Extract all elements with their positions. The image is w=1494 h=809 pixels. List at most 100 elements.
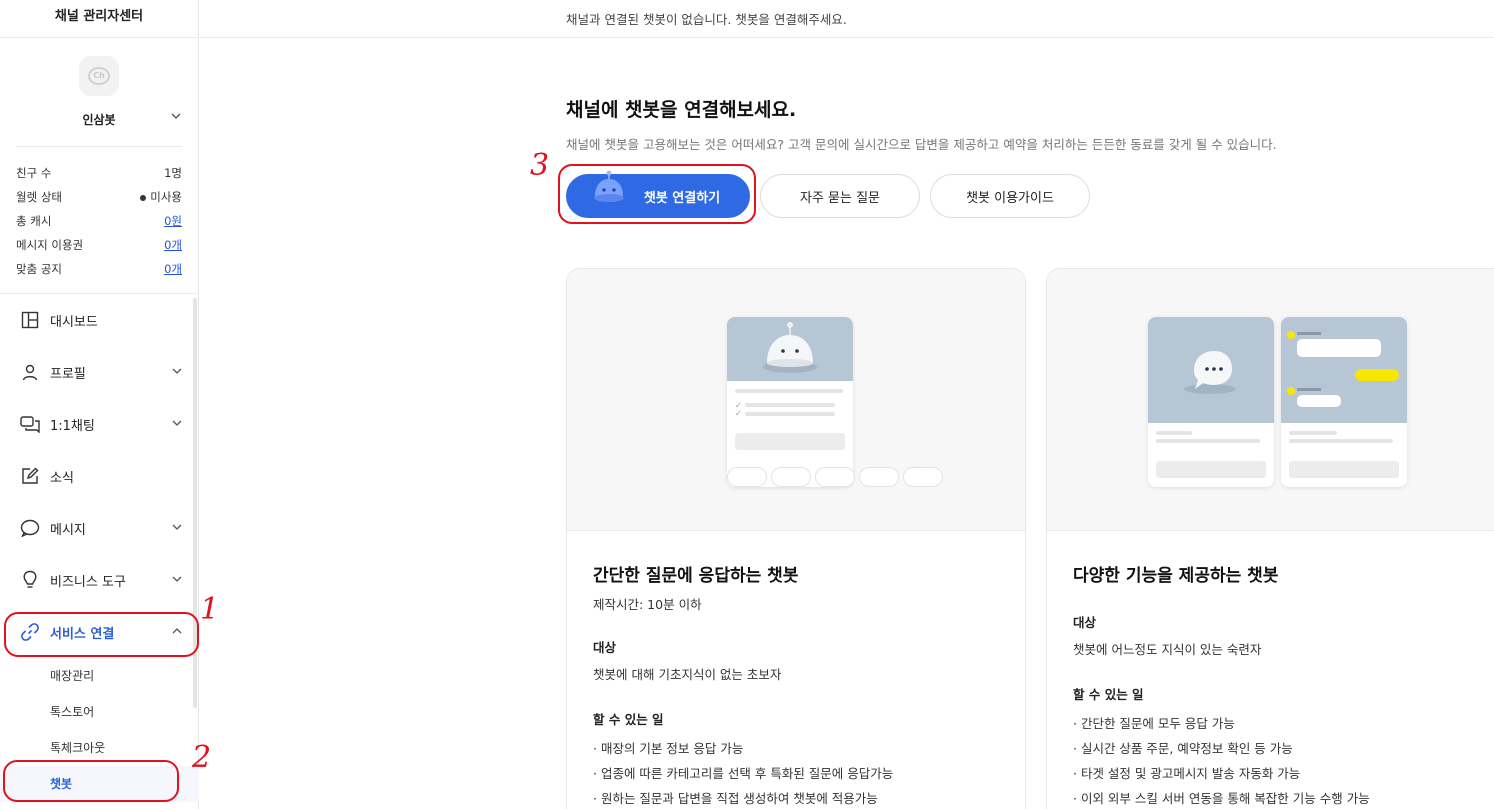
sidebar-item-message[interactable]: 메시지 bbox=[0, 502, 199, 554]
sidebar-subitem-talkstore[interactable]: 톡스토어 bbox=[0, 694, 199, 730]
chat-messages-illustration bbox=[1281, 317, 1407, 423]
list-item: · 간단한 질문에 모두 응답 가능 bbox=[1073, 716, 1235, 731]
wallet-status: 미사용 bbox=[150, 190, 182, 204]
stat-friends: 친구 수 1명 bbox=[16, 161, 182, 185]
stat-label: 총 캐시 bbox=[16, 214, 52, 228]
chip-placeholder bbox=[903, 467, 943, 487]
sidebar: 채널 관리자센터 Ch 인삼봇 친구 수 1명 월렛 상태 미사용 총 캐시 0… bbox=[0, 0, 199, 809]
annotation-number-3: 3 bbox=[530, 148, 550, 183]
sidebar-subitem-store[interactable]: 매장관리 bbox=[0, 658, 199, 694]
channel-avatar[interactable]: Ch bbox=[79, 56, 119, 96]
message-icon bbox=[20, 518, 40, 538]
edit-icon bbox=[20, 466, 40, 486]
card-title: 다양한 기능을 제공하는 챗봇 bbox=[1073, 566, 1279, 586]
chatbot-option-card-simple[interactable]: ✓ ✓ 간단한 질문에 응답하는 챗봇 제작시간: 10분 이하 대상 챗봇에 … bbox=[566, 268, 1026, 809]
channel-stats: 친구 수 1명 월렛 상태 미사용 총 캐시 0원 메시지 이용권 0개 맞춤 … bbox=[16, 146, 182, 281]
lightbulb-icon bbox=[20, 570, 40, 590]
app-root: 채널 관리자센터 Ch 인삼봇 친구 수 1명 월렛 상태 미사용 총 캐시 0… bbox=[0, 0, 1494, 809]
card-can-do-label: 할 수 있는 일 bbox=[1073, 687, 1144, 702]
list-item: · 매장의 기본 정보 응답 가능 bbox=[593, 741, 744, 756]
channel-logo-icon: Ch bbox=[88, 67, 110, 85]
phone-mockup-illustration bbox=[1148, 317, 1274, 487]
annotation-number-1: 1 bbox=[200, 592, 220, 627]
page-title: 채널에 챗봇을 연결해보세요. bbox=[566, 99, 797, 121]
chevron-down-icon bbox=[171, 573, 183, 588]
notice-bar: 채널과 연결된 챗봇이 없습니다. 챗봇을 연결해주세요. bbox=[200, 0, 1494, 38]
sidebar-item-dashboard[interactable]: 대시보드 bbox=[0, 294, 199, 346]
message-credits-link[interactable]: 0개 bbox=[164, 237, 182, 253]
cash-link[interactable]: 0원 bbox=[164, 213, 182, 229]
custom-notice-link[interactable]: 0개 bbox=[164, 261, 182, 277]
notice-text: 채널과 연결된 챗봇이 없습니다. 챗봇을 연결해주세요. bbox=[566, 12, 847, 27]
chip-placeholder bbox=[815, 467, 855, 487]
list-item: · 업종에 따른 카테고리를 선택 후 특화된 질문에 응답가능 bbox=[593, 766, 894, 781]
sidebar-item-label: 메시지 bbox=[50, 522, 86, 538]
channel-name: 인삼봇 bbox=[82, 113, 116, 127]
annotation-circle-connect bbox=[558, 164, 756, 224]
list-item: · 이외 외부 스킬 서버 연동을 통해 복잡한 기능 수행 가능 bbox=[1073, 791, 1370, 806]
channel-selector[interactable]: 인삼봇 bbox=[0, 110, 198, 130]
list-item: · 원하는 질문과 답변을 직접 생성하여 챗봇에 적용가능 bbox=[593, 791, 878, 806]
sidebar-item-label: 1:1채팅 bbox=[50, 418, 95, 434]
user-icon bbox=[20, 362, 40, 382]
page-description: 채널에 챗봇을 고용해보는 것은 어떠세요? 고객 문의에 실시간으로 답변을 … bbox=[566, 137, 1277, 152]
faq-button[interactable]: 자주 묻는 질문 bbox=[760, 174, 920, 218]
card-target-label: 대상 bbox=[1073, 615, 1097, 630]
sidebar-item-label: 소식 bbox=[50, 470, 74, 486]
annotation-circle-service bbox=[4, 612, 199, 657]
sidebar-title: 채널 관리자센터 bbox=[0, 0, 198, 38]
stat-cash: 총 캐시 0원 bbox=[16, 209, 182, 233]
card-body: 간단한 질문에 응답하는 챗봇 제작시간: 10분 이하 대상 챗봇에 대해 기… bbox=[567, 531, 1025, 809]
stat-value: 미사용 bbox=[140, 189, 182, 205]
sidebar-item-label: 비즈니스 도구 bbox=[50, 574, 126, 590]
sidebar-item-profile[interactable]: 프로필 bbox=[0, 346, 199, 398]
card-target: 챗봇에 어느정도 지식이 있는 숙련자 bbox=[1073, 642, 1262, 657]
chip-placeholder bbox=[771, 467, 811, 487]
list-item: · 실시간 상품 주문, 예약정보 확인 등 가능 bbox=[1073, 741, 1293, 756]
annotation-number-2: 2 bbox=[192, 740, 212, 775]
stat-label: 친구 수 bbox=[16, 166, 52, 180]
sidebar-item-label: 프로필 bbox=[50, 366, 86, 382]
list-item: · 타겟 설정 및 광고메시지 발송 자동화 가능 bbox=[1073, 766, 1301, 781]
card-can-do-label: 할 수 있는 일 bbox=[593, 712, 664, 727]
card-can-do-list: · 간단한 질문에 모두 응답 가능 · 실시간 상품 주문, 예약정보 확인 … bbox=[1073, 711, 1489, 809]
card-title: 간단한 질문에 응답하는 챗봇 bbox=[593, 566, 799, 586]
annotation-circle-chatbot bbox=[3, 760, 179, 802]
card-can-do-list: · 매장의 기본 정보 응답 가능 · 업종에 따른 카테고리를 선택 후 특화… bbox=[593, 736, 999, 809]
chat-icon bbox=[20, 414, 40, 434]
card-illustration bbox=[1047, 269, 1494, 531]
check-icon: ✓ bbox=[735, 409, 742, 418]
sidebar-nav: 대시보드 프로필 1:1채팅 소식 메시지 비즈니스 도구 서비스 연결 매장관… bbox=[0, 293, 199, 802]
stat-label: 메시지 이용권 bbox=[16, 238, 84, 252]
chatbot-guide-button[interactable]: 챗봇 이용가이드 bbox=[930, 174, 1090, 218]
speech-bubble-illustration bbox=[1148, 317, 1274, 423]
dashboard-icon bbox=[20, 310, 40, 330]
stat-wallet: 월렛 상태 미사용 bbox=[16, 185, 182, 209]
stat-label: 월렛 상태 bbox=[16, 190, 62, 204]
card-target-label: 대상 bbox=[593, 640, 617, 655]
sidebar-item-business-tools[interactable]: 비즈니스 도구 bbox=[0, 554, 199, 606]
chip-placeholder bbox=[859, 467, 899, 487]
chevron-down-icon bbox=[171, 521, 183, 536]
phone-mockup-illustration: ✓ ✓ bbox=[727, 317, 853, 487]
chip-placeholder bbox=[727, 467, 767, 487]
card-body: 다양한 기능을 제공하는 챗봇 대상 챗봇에 어느정도 지식이 있는 숙련자 할… bbox=[1047, 531, 1494, 809]
stat-message-credits: 메시지 이용권 0개 bbox=[16, 233, 182, 257]
status-dot-icon bbox=[140, 194, 147, 201]
channel-profile: Ch 인삼봇 bbox=[0, 38, 198, 130]
chatbot-option-card-advanced[interactable]: 다양한 기능을 제공하는 챗봇 대상 챗봇에 어느정도 지식이 있는 숙련자 할… bbox=[1046, 268, 1494, 809]
sidebar-item-label: 대시보드 bbox=[50, 314, 98, 330]
sidebar-item-chat[interactable]: 1:1채팅 bbox=[0, 398, 199, 450]
sidebar-item-news[interactable]: 소식 bbox=[0, 450, 199, 502]
card-illustration: ✓ ✓ bbox=[567, 269, 1025, 531]
chevron-down-icon bbox=[171, 417, 183, 432]
card-target: 챗봇에 대해 기초지식이 없는 초보자 bbox=[593, 667, 782, 682]
chevron-down-icon bbox=[170, 110, 182, 125]
stat-label: 맞춤 공지 bbox=[16, 262, 62, 276]
card-time: 제작시간: 10분 이하 bbox=[593, 597, 702, 612]
stat-value: 1명 bbox=[164, 166, 182, 180]
chat-mockup-illustration bbox=[1281, 317, 1407, 487]
robot-illustration bbox=[727, 317, 853, 381]
chevron-down-icon bbox=[171, 365, 183, 380]
stat-custom-notice: 맞춤 공지 0개 bbox=[16, 257, 182, 281]
